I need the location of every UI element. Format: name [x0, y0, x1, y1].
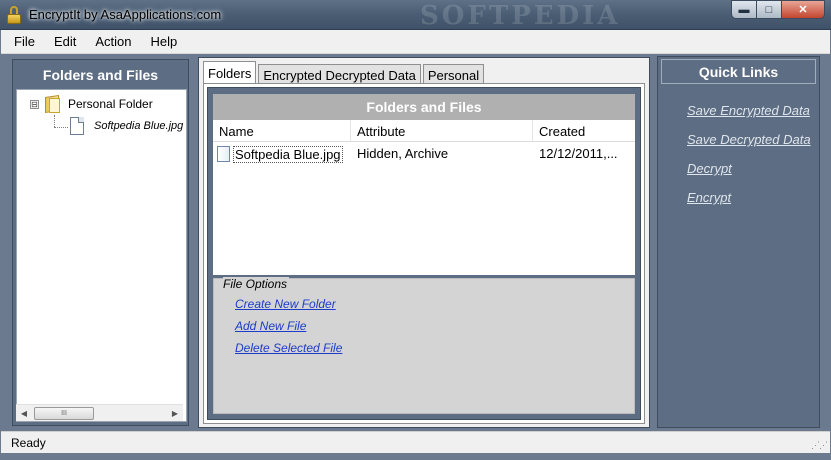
file-options-group: File Options Create New Folder Add New F…: [213, 277, 635, 414]
tab-content: Folders and Files Name Attribute Created…: [203, 83, 645, 424]
encrypt-link[interactable]: Encrypt: [687, 190, 731, 205]
create-new-folder-link[interactable]: Create New Folder: [235, 297, 336, 311]
files-frame: Folders and Files Name Attribute Created…: [207, 87, 641, 420]
column-attribute[interactable]: Attribute: [351, 120, 533, 141]
tree-node-label: Personal Folder: [68, 97, 153, 111]
folders-panel: Folders and Files ⊟ Personal Folder Soft…: [12, 59, 189, 426]
collapse-icon[interactable]: ⊟: [30, 99, 39, 109]
tree-node-label: Softpedia Blue.jpg: [94, 120, 184, 132]
folders-panel-title: Folders and Files: [42, 66, 159, 83]
add-new-file-link[interactable]: Add New File: [235, 319, 306, 333]
tree-node-personal-folder[interactable]: ⊟ Personal Folder: [30, 94, 153, 114]
status-bar: Ready ⋰⋰: [1, 431, 830, 453]
tree-node-file[interactable]: Softpedia Blue.jpg: [70, 117, 183, 135]
table-row[interactable]: Softpedia Blue.jpg Hidden, Archive 12/12…: [213, 144, 635, 164]
close-button[interactable]: ✕: [781, 0, 825, 19]
file-list[interactable]: Name Attribute Created Softpedia Blue.jp…: [213, 120, 635, 275]
scroll-left-icon[interactable]: ◀: [16, 409, 32, 418]
file-created: 12/12/2011,...: [539, 146, 618, 161]
center-panel: Folders Encrypted Decrypted Data Persona…: [198, 57, 650, 428]
file-icon: [70, 117, 84, 135]
file-icon: [217, 146, 230, 162]
quick-links-title: Quick Links: [661, 59, 816, 84]
window-title: EncryptIt by AsaApplications.com: [29, 7, 222, 22]
lock-icon: [7, 6, 21, 24]
watermark: SOFTPEDIA: [420, 1, 621, 31]
menu-file[interactable]: File: [14, 34, 35, 49]
tab-personal[interactable]: Personal: [422, 64, 485, 84]
file-attribute: Hidden, Archive: [357, 146, 449, 161]
column-name[interactable]: Name: [213, 120, 351, 141]
tab-strip: Folders Encrypted Decrypted Data Persona…: [203, 61, 486, 84]
maximize-button[interactable]: □: [756, 0, 782, 19]
files-title: Folders and Files: [213, 94, 635, 120]
folder-icon: [44, 94, 62, 114]
menu-bar: File Edit Action Help: [1, 30, 830, 54]
menu-help[interactable]: Help: [151, 34, 178, 49]
scroll-thumb[interactable]: III: [34, 406, 94, 420]
scroll-right-icon[interactable]: ▶: [167, 409, 183, 418]
column-created[interactable]: Created: [533, 120, 635, 141]
quick-links-panel: Quick Links Save Encrypted Data Save Dec…: [657, 56, 820, 428]
save-decrypted-data-link[interactable]: Save Decrypted Data: [687, 132, 811, 147]
save-encrypted-data-link[interactable]: Save Encrypted Data: [687, 103, 810, 118]
status-text: Ready: [11, 435, 46, 450]
tab-encrypted-decrypted-data[interactable]: Encrypted Decrypted Data: [258, 64, 421, 84]
horizontal-scrollbar[interactable]: ◀ III ▶: [16, 404, 183, 421]
delete-selected-file-link[interactable]: Delete Selected File: [235, 341, 342, 355]
file-name: Softpedia Blue.jpg: [233, 145, 343, 163]
minimize-button[interactable]: ▬: [731, 0, 757, 19]
list-header: Name Attribute Created: [213, 120, 635, 142]
title-bar[interactable]: EncryptIt by AsaApplications.com SOFTPED…: [0, 0, 831, 31]
folder-tree[interactable]: ⊟ Personal Folder Softpedia Blue.jpg: [16, 89, 187, 422]
menu-edit[interactable]: Edit: [54, 34, 76, 49]
tab-folders[interactable]: Folders: [203, 61, 257, 84]
menu-action[interactable]: Action: [95, 34, 131, 49]
resize-grip-icon[interactable]: ⋰⋰: [811, 440, 828, 451]
file-options-legend: File Options: [223, 277, 290, 291]
decrypt-link[interactable]: Decrypt: [687, 161, 732, 176]
